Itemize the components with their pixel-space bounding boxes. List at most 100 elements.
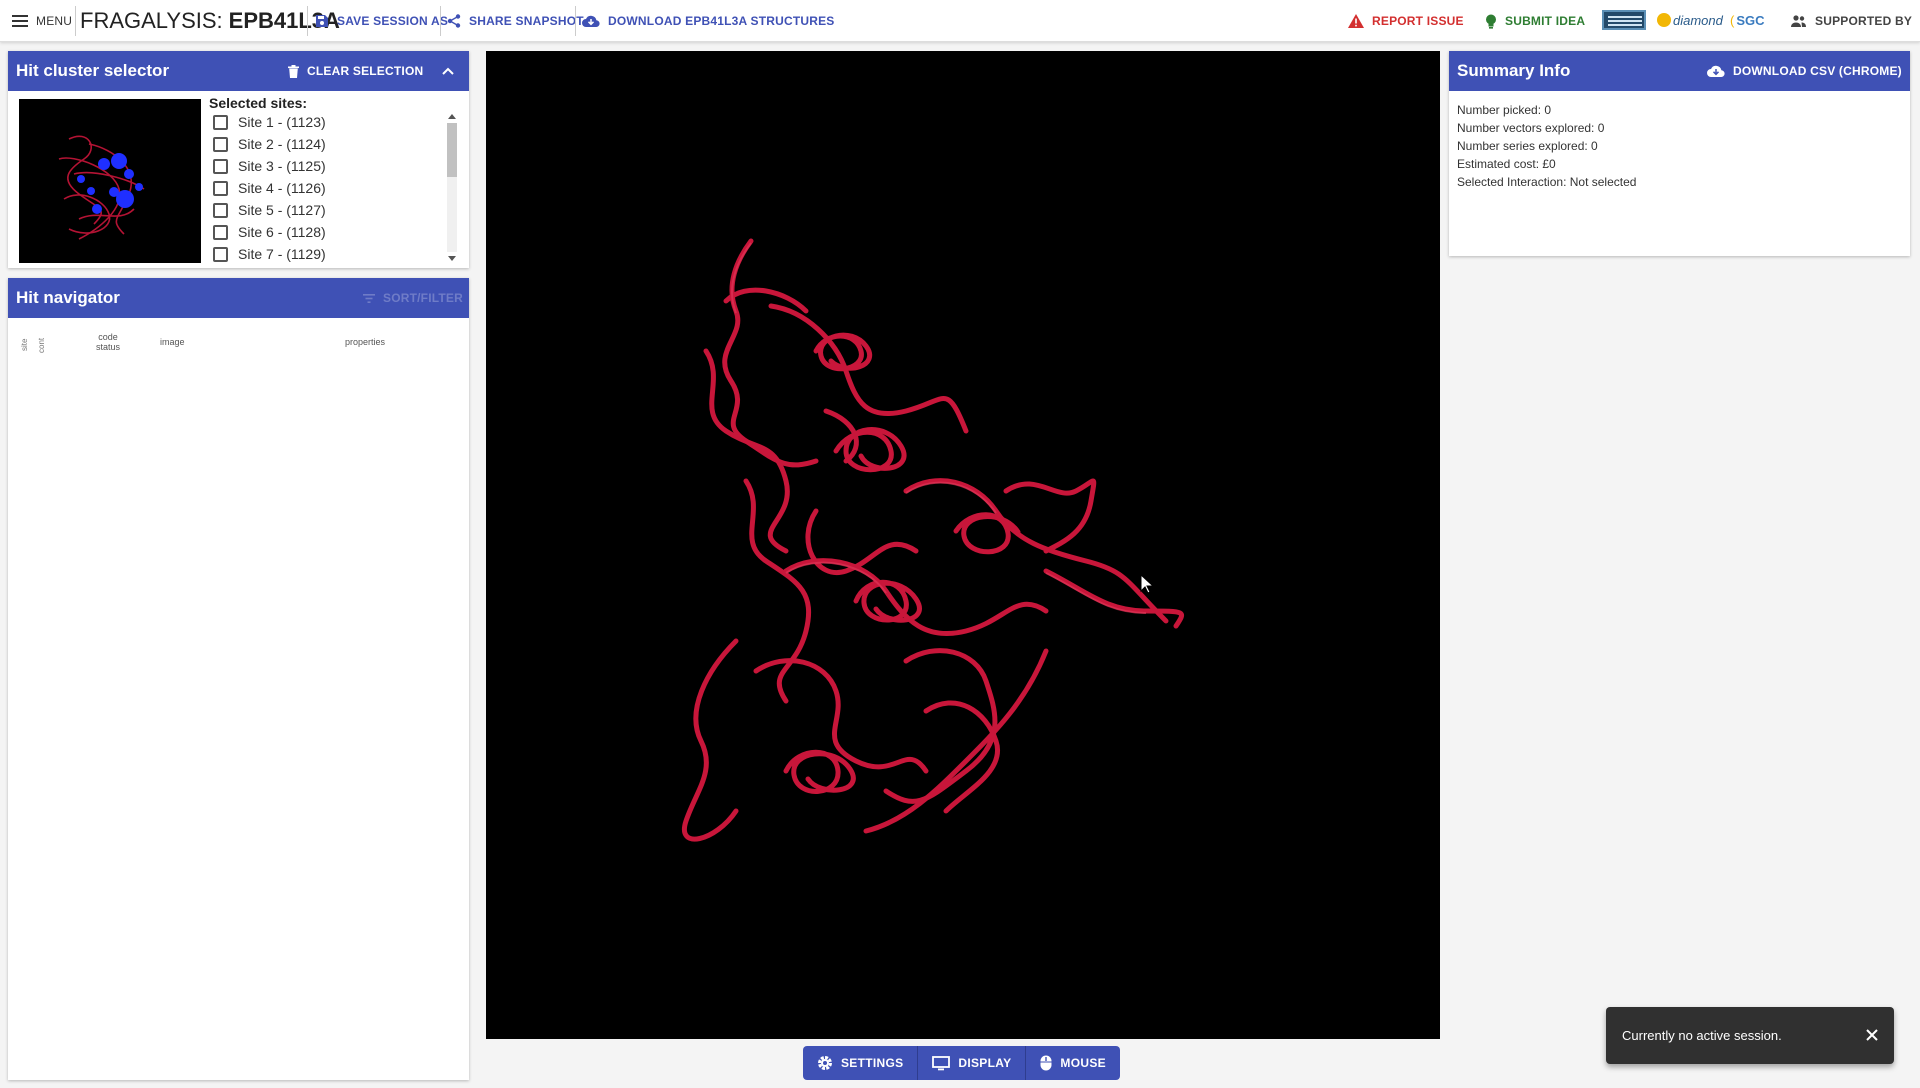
sgc-arc-icon: ( (1730, 12, 1735, 28)
page-title: FRAGALYSIS: EPB41L3A (80, 0, 340, 42)
number-vectors-explored: Number vectors explored: 0 (1457, 121, 1605, 135)
save-session-button[interactable]: SAVE SESSION AS (315, 0, 448, 42)
snackbar-message: Currently no active session. (1622, 1028, 1782, 1043)
site-checkbox[interactable] (213, 224, 228, 240)
scrollbar-thumb[interactable] (447, 123, 457, 177)
site-checkbox[interactable] (213, 202, 228, 218)
clear-selection-button[interactable]: CLEAR SELECTION (288, 51, 423, 91)
site-checkbox[interactable] (213, 158, 228, 174)
site-label: Site 2 - (1124) (238, 136, 326, 152)
hit-navigator-panel: Hit navigator SORT/FILTER site cont code… (8, 278, 469, 1080)
sort-filter-button[interactable]: SORT/FILTER (363, 278, 463, 318)
mouse-button[interactable]: MOUSE (1026, 1046, 1120, 1080)
summary-info-header: Summary Info DOWNLOAD CSV (CHROME) (1449, 51, 1910, 91)
warning-icon (1348, 14, 1364, 28)
site-label: Site 7 - (1129) (238, 246, 326, 262)
site-checkbox[interactable] (213, 114, 228, 130)
column-header-status: status (95, 342, 120, 352)
supported-by-label: SUPPORTED BY (1815, 14, 1913, 28)
site-item[interactable]: Site 7 - (1129) (209, 243, 459, 264)
gear-icon (817, 1055, 833, 1071)
site-checkbox[interactable] (213, 246, 228, 262)
divider (440, 6, 441, 36)
collapse-button[interactable] (442, 51, 454, 91)
share-snapshot-label: SHARE SNAPSHOT (469, 14, 584, 28)
panel-title: Summary Info (1457, 61, 1571, 80)
site-label: Site 1 - (1123) (238, 114, 326, 130)
save-session-label: SAVE SESSION AS (337, 14, 449, 28)
menu-label: MENU (36, 14, 73, 28)
diamond-logo[interactable]: diamond (1657, 9, 1723, 31)
app-name: FRAGALYSIS: (80, 8, 223, 33)
download-structures-label: DOWNLOAD EPB41L3A STRUCTURES (608, 14, 835, 28)
column-header-image: image (160, 337, 185, 347)
xchem-logo-graphic (1602, 10, 1646, 30)
settings-button[interactable]: SETTINGS (803, 1046, 919, 1080)
column-header-code: code (98, 332, 118, 342)
scroll-down-arrow-icon[interactable] (448, 256, 456, 261)
cloud-download-icon (582, 15, 600, 28)
clear-selection-label: CLEAR SELECTION (307, 64, 424, 78)
number-picked: Number picked: 0 (1457, 103, 1552, 117)
site-label: Site 3 - (1125) (238, 158, 326, 174)
submit-idea-label: SUBMIT IDEA (1505, 14, 1586, 28)
download-csv-button[interactable]: DOWNLOAD CSV (CHROME) (1707, 51, 1902, 91)
report-issue-button[interactable]: REPORT ISSUE (1348, 0, 1464, 42)
supported-by-button[interactable]: SUPPORTED BY (1790, 0, 1912, 42)
panel-title: Hit navigator (16, 288, 120, 307)
site-item[interactable]: Site 2 - (1124) (209, 133, 459, 155)
settings-label: SETTINGS (841, 1056, 904, 1070)
close-icon[interactable] (1862, 1025, 1882, 1045)
scroll-up-arrow-icon[interactable] (448, 114, 456, 119)
protein-ribbon-structure (681, 238, 1184, 842)
site-label: Site 6 - (1128) (238, 224, 326, 240)
site-item[interactable]: Site 1 - (1123) (209, 111, 459, 133)
estimated-cost: Estimated cost: £0 (1457, 157, 1556, 171)
sgc-logo[interactable]: (SGC (1730, 9, 1765, 31)
panel-title: Hit cluster selector (16, 61, 170, 80)
trash-icon (288, 64, 299, 78)
column-header-site: site (20, 338, 29, 351)
hamburger-menu-icon (12, 15, 28, 27)
mouse-cursor-icon (1140, 573, 1155, 599)
xchem-logo[interactable] (1602, 9, 1646, 31)
chevron-up-icon (442, 67, 454, 75)
number-series-explored: Number series explored: 0 (1457, 139, 1598, 153)
sort-filter-label: SORT/FILTER (383, 291, 463, 305)
hit-cluster-selector-header: Hit cluster selector CLEAR SELECTION (8, 51, 469, 91)
site-item[interactable]: Site 4 - (1126) (209, 177, 459, 199)
cloud-download-icon (1707, 65, 1725, 78)
site-checkbox[interactable] (213, 180, 228, 196)
divider (307, 6, 308, 36)
site-item[interactable]: Site 3 - (1125) (209, 155, 459, 177)
lightbulb-icon (1485, 14, 1497, 29)
selected-sites-label: Selected sites: (209, 95, 308, 111)
submit-idea-button[interactable]: SUBMIT IDEA (1485, 0, 1585, 42)
menu-button[interactable]: MENU (12, 0, 72, 42)
site-label: Site 4 - (1126) (238, 180, 326, 196)
sgc-logo-text: SGC (1736, 12, 1765, 28)
summary-body: Number picked: 0 Number vectors explored… (1449, 91, 1910, 201)
download-csv-label: DOWNLOAD CSV (CHROME) (1733, 64, 1902, 78)
download-structures-button[interactable]: DOWNLOAD EPB41L3A STRUCTURES (582, 0, 835, 42)
site-item[interactable]: Site 5 - (1127) (209, 199, 459, 221)
mouse-label: MOUSE (1060, 1056, 1106, 1070)
filter-icon (363, 293, 375, 303)
site-list-scrollbar[interactable] (445, 111, 459, 264)
diamond-logo-text: diamond (1673, 12, 1723, 28)
report-issue-label: REPORT ISSUE (1372, 14, 1464, 28)
share-snapshot-button[interactable]: SHARE SNAPSHOT (447, 0, 584, 42)
site-item[interactable]: Site 6 - (1128) (209, 221, 459, 243)
column-header-cont: cont (37, 337, 46, 353)
diamond-sun-icon (1657, 13, 1671, 27)
site-checkbox[interactable] (213, 136, 228, 152)
site-cluster-thumbnail[interactable] (19, 99, 201, 263)
site-label: Site 5 - (1127) (238, 202, 326, 218)
display-button[interactable]: DISPLAY (918, 1046, 1027, 1080)
hit-navigator-header: Hit navigator SORT/FILTER (8, 278, 469, 318)
selected-interaction: Selected Interaction: Not selected (1457, 175, 1637, 189)
display-label: DISPLAY (958, 1056, 1012, 1070)
molecule-3d-viewer[interactable] (486, 51, 1440, 1039)
column-header-properties: properties (345, 337, 386, 347)
viewer-control-bar: SETTINGS DISPLAY MOUSE (803, 1046, 1120, 1080)
